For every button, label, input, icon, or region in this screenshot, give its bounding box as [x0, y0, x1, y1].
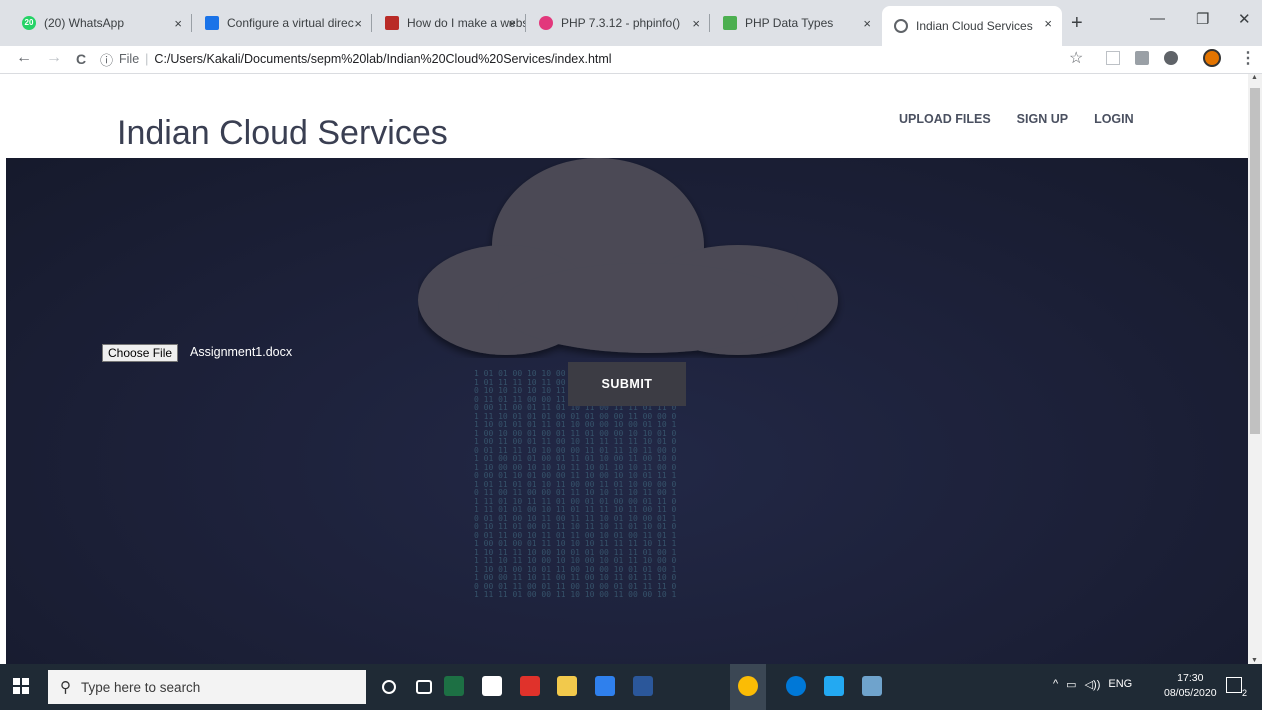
tab-title: PHP Data Types	[745, 16, 834, 30]
close-tab-icon[interactable]: ×	[1044, 16, 1052, 31]
tab-title: (20) WhatsApp	[44, 16, 125, 30]
close-window-button[interactable]: ✕	[1238, 10, 1251, 28]
close-tab-icon[interactable]: ×	[508, 16, 516, 31]
web-page: Indian Cloud Services UPLOAD FILES SIGN …	[0, 74, 1248, 664]
notepad-icon[interactable]	[862, 676, 882, 696]
avatar-icon[interactable]	[1203, 49, 1221, 67]
w3schools-icon	[723, 16, 737, 30]
language-indicator[interactable]: ENG	[1108, 678, 1132, 691]
acrobat-icon[interactable]	[520, 676, 540, 696]
tab-separator	[371, 14, 372, 32]
cortana-icon[interactable]	[382, 680, 396, 694]
windows-taskbar: ⚲ Type here to search ^ ▭ ◁)) ENG 17:30 …	[0, 664, 1262, 710]
word-icon[interactable]	[633, 676, 653, 696]
volume-icon[interactable]: ◁))	[1085, 678, 1101, 691]
reload-button[interactable]: C	[76, 51, 86, 67]
ninja-icon	[205, 16, 219, 30]
vscode-icon[interactable]	[824, 676, 844, 696]
close-tab-icon[interactable]: ×	[863, 16, 871, 31]
url-text[interactable]: C:/Users/Kakali/Documents/sepm%20lab/Ind…	[154, 52, 611, 66]
site-nav: UPLOAD FILES SIGN UP LOGIN	[899, 112, 1160, 126]
tab-separator	[525, 14, 526, 32]
site-title: Indian Cloud Services	[117, 114, 448, 152]
tray-chevron-icon[interactable]: ^	[1053, 678, 1058, 691]
clock-date: 08/05/2020	[1164, 687, 1217, 699]
menu-icon[interactable]: ⋮	[1240, 48, 1256, 68]
tab-separator	[709, 14, 710, 32]
site-info-icon[interactable]: ⓘ	[100, 50, 113, 69]
notification-count: 2	[1241, 688, 1247, 698]
url-scheme: File	[119, 52, 140, 66]
vpn-icon[interactable]	[1164, 51, 1178, 65]
tab-separator	[191, 14, 192, 32]
whatsapp-icon: 20	[22, 16, 36, 30]
star-icon[interactable]: ☆	[1069, 48, 1083, 68]
tab-configure-virtual-directory[interactable]: Configure a virtual direc ×	[193, 6, 372, 40]
close-tab-icon[interactable]: ×	[354, 16, 362, 31]
edge-icon[interactable]	[786, 676, 806, 696]
task-view-icon[interactable]	[416, 680, 432, 694]
tab-title: PHP 7.3.12 - phpinfo()	[561, 16, 681, 30]
store-icon[interactable]	[482, 676, 502, 696]
minimize-button[interactable]: —	[1150, 10, 1165, 27]
browser-tab-strip: 20 (20) WhatsApp × Configure a virtual d…	[0, 0, 1262, 46]
tab-phpinfo[interactable]: PHP 7.3.12 - phpinfo() ×	[527, 6, 710, 40]
page-scrollbar[interactable]: ▲ ▼	[1248, 74, 1262, 664]
globe-icon	[894, 19, 908, 33]
tab-title: Configure a virtual direc	[227, 16, 354, 30]
nav-login[interactable]: LOGIN	[1094, 112, 1134, 126]
search-icon: ⚲	[60, 679, 71, 696]
binary-rain: 1 01 01 00 10 10 00 01 10 10 11 00 11 00…	[474, 370, 677, 599]
php-icon	[539, 16, 553, 30]
chrome-icon[interactable]	[738, 676, 758, 696]
clock-time: 17:30	[1177, 672, 1204, 684]
submit-button[interactable]: SUBMIT	[568, 362, 686, 406]
nav-sign-up[interactable]: SIGN UP	[1017, 112, 1068, 126]
system-tray: ^ ▭ ◁)) ENG	[1053, 678, 1132, 691]
search-placeholder: Type here to search	[81, 679, 201, 695]
close-tab-icon[interactable]: ×	[174, 16, 182, 31]
nav-upload-files[interactable]: UPLOAD FILES	[899, 112, 991, 126]
close-tab-icon[interactable]: ×	[692, 16, 700, 31]
taskbar-search-box[interactable]: ⚲ Type here to search	[48, 670, 366, 704]
tab-indian-cloud-services[interactable]: Indian Cloud Services ×	[882, 6, 1062, 46]
maximize-button[interactable]: ❐	[1196, 10, 1209, 28]
choose-file-button[interactable]: Choose File	[102, 344, 179, 362]
file-explorer-icon[interactable]	[557, 676, 577, 696]
scroll-up-arrow-icon[interactable]: ▲	[1251, 74, 1258, 81]
tab-php-data-types[interactable]: PHP Data Types ×	[711, 6, 881, 40]
notification-center-icon[interactable]: 2	[1226, 677, 1247, 698]
browser-toolbar: ← → C ⓘ File | C:/Users/Kakali/Documents…	[0, 46, 1262, 74]
tab-quora[interactable]: How do I make a websi ×	[373, 6, 526, 40]
quora-icon	[385, 16, 399, 30]
hero-banner: 1 01 01 00 10 10 00 01 10 10 11 00 11 00…	[6, 158, 1248, 664]
scrollbar-thumb[interactable]	[1250, 88, 1260, 434]
windows-start-icon[interactable]	[13, 678, 29, 694]
cloud-icon	[418, 158, 838, 355]
taskbar-clock[interactable]: 17:30 08/05/2020	[1164, 671, 1217, 701]
excel-icon[interactable]	[444, 676, 464, 696]
clipboard-icon[interactable]	[1135, 51, 1149, 65]
scroll-down-arrow-icon[interactable]: ▼	[1251, 657, 1258, 664]
mail-icon[interactable]	[595, 676, 615, 696]
back-button[interactable]: ←	[16, 49, 32, 67]
new-tab-button[interactable]: +	[1071, 12, 1083, 35]
forward-button[interactable]: →	[46, 49, 62, 67]
battery-icon[interactable]: ▭	[1066, 678, 1076, 691]
tab-whatsapp[interactable]: 20 (20) WhatsApp ×	[10, 6, 192, 40]
selected-file-name: Assignment1.docx	[190, 345, 293, 359]
tab-title: Indian Cloud Services	[916, 19, 1033, 33]
extension-icon[interactable]	[1106, 51, 1120, 65]
url-separator: |	[145, 52, 149, 66]
